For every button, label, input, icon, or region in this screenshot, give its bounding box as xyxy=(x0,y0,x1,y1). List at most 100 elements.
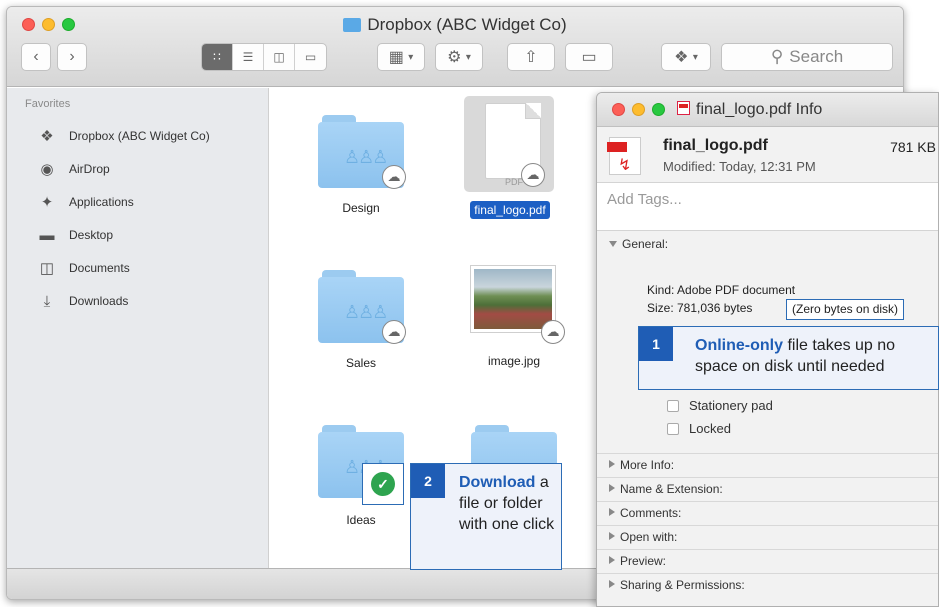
sidebar-item-dropbox[interactable]: ❖ Dropbox (ABC Widget Co) xyxy=(37,124,209,148)
shared-people-icon: ♙♙♙ xyxy=(344,302,388,322)
cloud-icon: ☁ xyxy=(521,163,545,187)
chevron-down-icon: ▾ xyxy=(465,51,471,63)
pdf-icon xyxy=(677,101,690,115)
section-open-with[interactable]: Open with: xyxy=(597,525,938,547)
shared-people-icon: ♙♙♙ xyxy=(344,147,388,167)
disclosure-right-icon xyxy=(609,556,615,564)
download-check-box[interactable]: ✓ xyxy=(362,463,404,505)
sidebar-item-applications[interactable]: ✦ Applications xyxy=(37,190,134,214)
share-button[interactable]: ⇧ xyxy=(507,43,555,71)
checkbox-box[interactable] xyxy=(667,399,679,412)
back-button[interactable]: ‹ xyxy=(21,43,51,71)
disclosure-right-icon xyxy=(609,580,615,588)
disclosure-right-icon xyxy=(609,532,615,540)
sidebar-item-airdrop[interactable]: ◉ AirDrop xyxy=(37,157,109,181)
window-title: Dropbox (ABC Widget Co) xyxy=(7,15,903,35)
cloud-icon: ☁ xyxy=(382,165,406,189)
chevron-down-icon: ▾ xyxy=(692,51,698,63)
file-label: image.jpg xyxy=(487,354,541,368)
file-item-sales[interactable]: ♙♙♙ ☁ Sales xyxy=(301,270,421,372)
info-title: final_logo.pdf Info xyxy=(677,101,822,119)
close-button[interactable] xyxy=(612,103,625,116)
cover-flow-button[interactable]: ▭ xyxy=(295,44,326,70)
image-thumbnail: ☁ xyxy=(469,266,565,344)
dropbox-folder-icon xyxy=(343,18,362,32)
file-label: Design xyxy=(342,201,380,215)
search-icon: ⚲ xyxy=(770,47,784,66)
callout-online-only: 1 Online-only file takes up no space on … xyxy=(638,326,939,390)
size-value: Size: 781,036 bytes xyxy=(647,301,753,315)
zoom-button[interactable] xyxy=(652,103,665,116)
acrobat-icon: ↯ xyxy=(618,157,632,174)
disclosure-right-icon xyxy=(609,508,615,516)
applications-icon: ✦ xyxy=(40,194,54,211)
dropbox-icon: ❖ xyxy=(674,49,689,66)
sidebar-item-downloads[interactable]: ⤓ Downloads xyxy=(37,289,129,313)
file-item-image[interactable]: ☁ image.jpg xyxy=(454,266,574,370)
file-label: Ideas xyxy=(346,513,376,527)
search-field[interactable]: ⚲ Search xyxy=(721,43,893,71)
disclosure-down-icon xyxy=(609,241,617,247)
dropbox-menu-button[interactable]: ❖ ▾ xyxy=(661,43,711,71)
section-more-info[interactable]: More Info: xyxy=(597,453,938,475)
callout-text: Download a file or folder with one click xyxy=(459,474,555,533)
kind-value: Kind: Adobe PDF document xyxy=(647,283,796,297)
info-header: ↯ final_logo.pdf 781 KB Modified: Today,… xyxy=(597,127,938,183)
sidebar-item-documents[interactable]: ◫ Documents xyxy=(37,256,130,280)
cloud-icon: ☁ xyxy=(382,320,406,344)
desktop-icon: ▬ xyxy=(39,226,55,244)
callout-download: 2 Download a file or folder with one cli… xyxy=(410,463,562,570)
info-title-bar: final_logo.pdf Info xyxy=(597,93,938,127)
general-section-toggle[interactable]: General: xyxy=(597,231,938,257)
chevron-down-icon: ▾ xyxy=(408,51,414,63)
locked-checkbox[interactable]: Locked xyxy=(667,421,731,436)
disclosure-right-icon xyxy=(609,460,615,468)
disclosure-right-icon xyxy=(609,484,615,492)
section-name-extension[interactable]: Name & Extension: xyxy=(597,477,938,499)
info-modified: Modified: Today, 12:31 PM xyxy=(663,159,816,174)
view-mode-segment: ∷ ☰ ◫ ▭ xyxy=(201,43,327,71)
info-size: 781 KB xyxy=(890,139,936,155)
arrange-icon: ▦ xyxy=(388,49,404,66)
cloud-icon: ☁ xyxy=(541,320,565,344)
sidebar-item-desktop[interactable]: ▬ Desktop xyxy=(37,223,114,247)
tags-button[interactable]: ▭ xyxy=(565,43,613,71)
callout-number: 1 xyxy=(639,327,673,361)
sidebar-heading: Favorites xyxy=(25,98,71,110)
gear-icon: ⚙ xyxy=(447,49,462,66)
documents-icon: ◫ xyxy=(39,260,55,277)
title-bar: Dropbox (ABC Widget Co) ‹ › ∷ ☰ ◫ ▭ ▦ ▾ … xyxy=(7,7,903,87)
zero-bytes-highlight: (Zero bytes on disk) xyxy=(786,299,905,320)
arrange-button[interactable]: ▦ ▾ xyxy=(377,43,425,71)
callout-number: 2 xyxy=(411,464,445,498)
section-sharing-permissions[interactable]: Sharing & Permissions: xyxy=(597,573,938,595)
icon-view-button[interactable]: ∷ xyxy=(202,44,233,70)
section-preview[interactable]: Preview: xyxy=(597,549,938,571)
folder-icon: ♙♙♙ ☁ xyxy=(318,270,406,346)
dropbox-icon: ❖ xyxy=(40,128,54,145)
pdf-icon: ↯ xyxy=(607,137,641,175)
file-item-final-logo[interactable]: PDF ☁ final_logo.pdf xyxy=(450,103,570,219)
action-button[interactable]: ⚙ ▾ xyxy=(435,43,483,71)
pdf-badge xyxy=(607,142,627,152)
checkbox-box[interactable] xyxy=(667,422,679,435)
minimize-button[interactable] xyxy=(632,103,645,116)
section-comments[interactable]: Comments: xyxy=(597,501,938,523)
pdf-document-icon: PDF ☁ xyxy=(475,103,545,193)
folder-icon: ♙♙♙ ☁ xyxy=(318,115,406,191)
callout-text: Online-only file takes up no space on di… xyxy=(695,337,896,375)
file-label-selected: final_logo.pdf xyxy=(470,201,550,219)
airdrop-icon: ◉ xyxy=(40,161,54,178)
list-view-button[interactable]: ☰ xyxy=(233,44,264,70)
check-icon: ✓ xyxy=(371,472,395,496)
file-item-design[interactable]: ♙♙♙ ☁ Design xyxy=(301,115,421,217)
tags-field[interactable]: Add Tags... xyxy=(597,183,938,231)
downloads-icon: ⤓ xyxy=(43,292,51,310)
info-filename: final_logo.pdf xyxy=(663,137,768,154)
forward-button[interactable]: › xyxy=(57,43,87,71)
stationery-checkbox[interactable]: Stationery pad xyxy=(667,398,773,413)
sidebar: Favorites ❖ Dropbox (ABC Widget Co) ◉ Ai… xyxy=(7,88,269,568)
share-icon: ⇧ xyxy=(524,49,538,66)
column-view-button[interactable]: ◫ xyxy=(264,44,295,70)
file-label: Sales xyxy=(345,356,377,370)
